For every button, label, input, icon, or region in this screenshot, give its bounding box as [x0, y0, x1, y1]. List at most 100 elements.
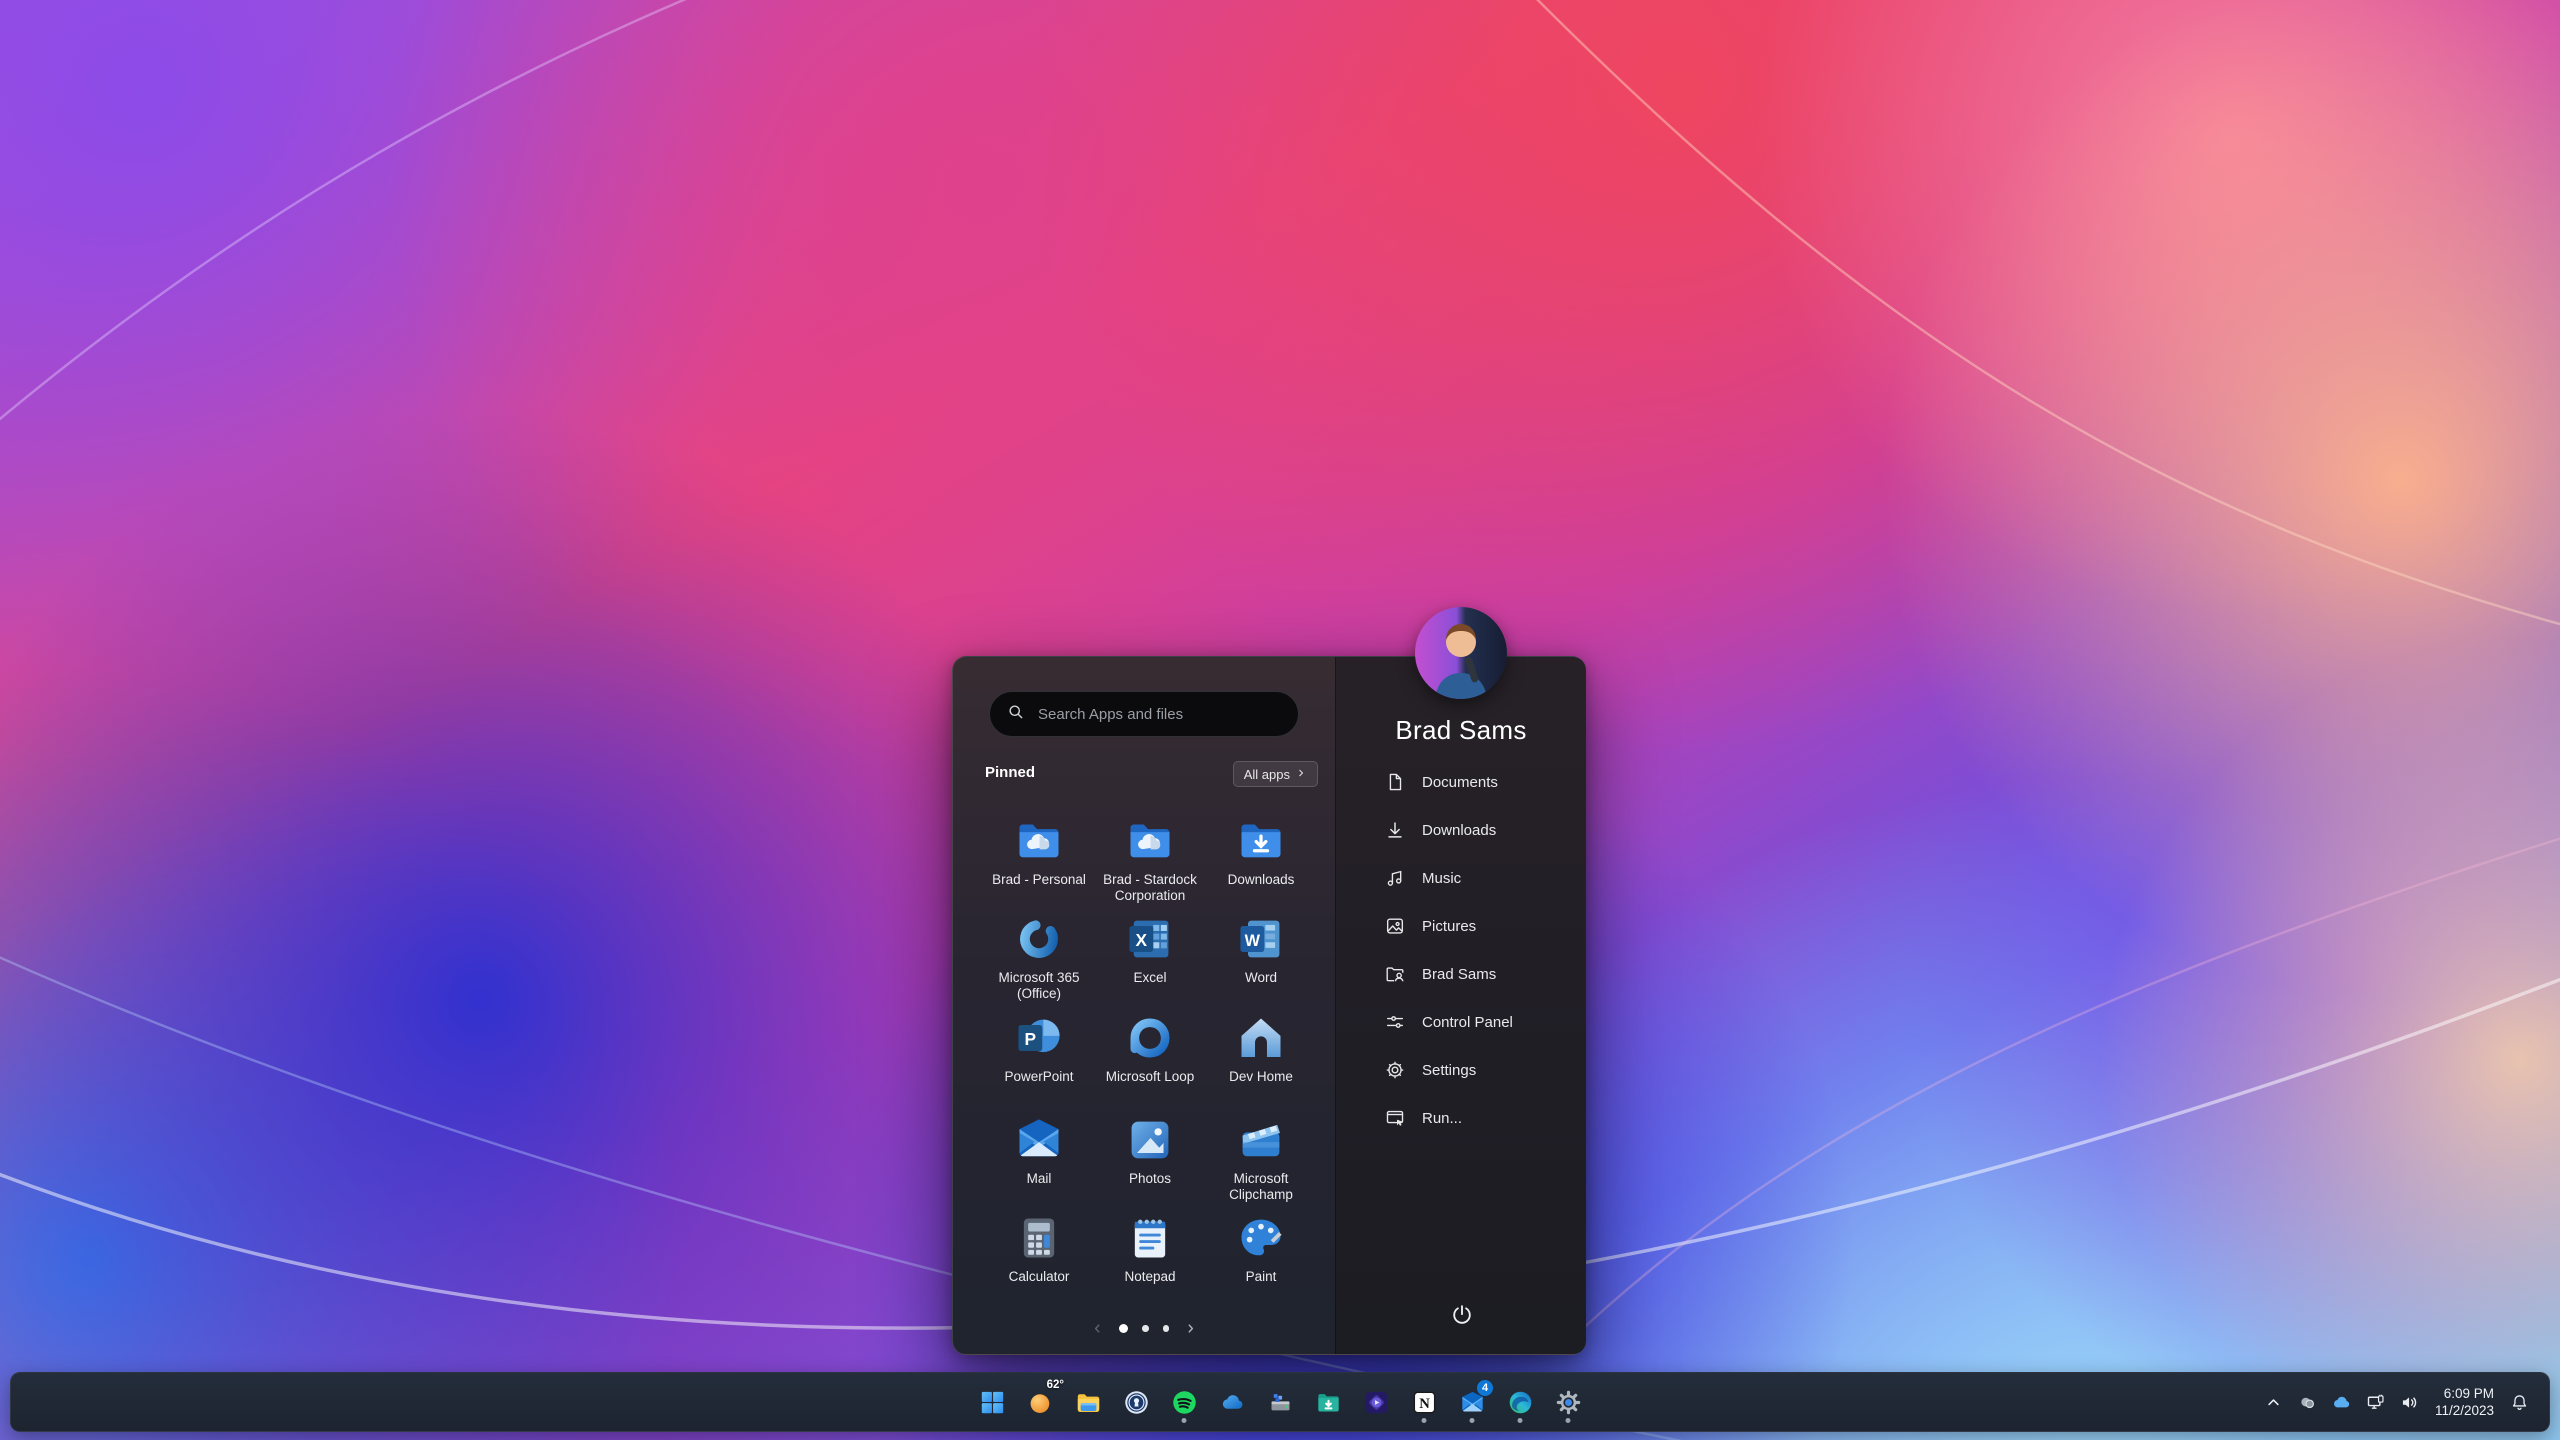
sidebar-item-control-panel[interactable]: Control Panel — [1336, 998, 1586, 1046]
sidebar-item-music[interactable]: Music — [1336, 854, 1586, 902]
storage-icon — [1267, 1389, 1294, 1416]
app-tile-label: PowerPoint — [1004, 1069, 1074, 1084]
taskbar-1password-button[interactable] — [1114, 1380, 1158, 1424]
paint-icon — [1235, 1212, 1287, 1264]
run-icon — [1384, 1107, 1406, 1129]
sidebar-item-brad-sams[interactable]: Brad Sams — [1336, 950, 1586, 998]
app-tile-calculator[interactable]: Calculator — [984, 1212, 1094, 1285]
clock[interactable]: 6:09 PM 11/2/2023 — [2435, 1385, 2494, 1419]
app-tile-excel[interactable]: X Excel — [1095, 913, 1205, 986]
all-apps-button[interactable]: All apps — [1232, 761, 1318, 787]
sidebar-item-pictures[interactable]: Pictures — [1336, 902, 1586, 950]
taskbar-movies-tv-button[interactable] — [1354, 1380, 1398, 1424]
sidebar-item-downloads[interactable]: Downloads — [1336, 806, 1586, 854]
loop-icon — [1124, 1012, 1176, 1064]
app-tile-label: Dev Home — [1229, 1069, 1293, 1084]
word-icon: W — [1235, 913, 1287, 965]
avatar[interactable] — [1415, 607, 1507, 699]
app-tile-label: Calculator — [1008, 1269, 1070, 1284]
taskbar-notion-button[interactable]: N — [1402, 1380, 1446, 1424]
sidebar-item-label: Downloads — [1422, 821, 1497, 839]
notion-icon: N — [1411, 1389, 1438, 1416]
app-tile-label: Paint — [1245, 1269, 1277, 1284]
app-tile-label: Photos — [1128, 1171, 1172, 1186]
app-tile-notepad[interactable]: Notepad — [1095, 1212, 1205, 1285]
page-dot-2[interactable] — [1142, 1325, 1149, 1332]
svg-text:X: X — [1136, 930, 1148, 950]
user-name: Brad Sams — [1395, 715, 1527, 745]
start-menu-sidebar: Brad Sams Documents Downloads Music Picture… — [1335, 607, 1586, 1354]
taskbar-downloads-folder-button[interactable] — [1306, 1380, 1350, 1424]
running-indicator — [1565, 1418, 1571, 1423]
app-tile-paint[interactable]: Paint — [1206, 1212, 1316, 1285]
unread-count-badge: 4 — [1477, 1380, 1493, 1396]
page-next-icon[interactable] — [1183, 1321, 1198, 1336]
weather-moon-icon — [1027, 1389, 1054, 1416]
tray-volume-icon[interactable] — [2394, 1383, 2425, 1421]
all-apps-label: All apps — [1243, 766, 1290, 782]
sidebar-item-label: Documents — [1422, 773, 1498, 791]
app-tile-label: Microsoft Loop — [1105, 1069, 1195, 1084]
search-input[interactable] — [989, 691, 1299, 737]
m365-icon — [1013, 913, 1065, 965]
app-tile-microsoft-loop[interactable]: Microsoft Loop — [1095, 1012, 1205, 1085]
taskbar: 62° N 4 6:09 PM 11/2/2023 — [10, 1372, 2550, 1432]
app-tile-brad-stardock-corporation[interactable]: Brad - Stardock Corporation — [1095, 815, 1205, 904]
app-tile-dev-home[interactable]: Dev Home — [1206, 1012, 1316, 1085]
pinned-section-label: Pinned — [985, 764, 1036, 781]
app-tile-microsoft-clipchamp[interactable]: Microsoft Clipchamp — [1206, 1114, 1316, 1203]
search-icon — [1006, 702, 1026, 727]
page-dots — [1118, 1323, 1170, 1334]
app-tile-photos[interactable]: Photos — [1095, 1114, 1205, 1187]
app-tile-label: Excel — [1133, 970, 1167, 985]
page-prev-icon[interactable] — [1090, 1321, 1105, 1336]
devhome-icon — [1235, 1012, 1287, 1064]
taskbar-edge-button[interactable] — [1498, 1380, 1542, 1424]
sidebar-item-documents[interactable]: Documents — [1336, 758, 1586, 806]
app-tile-microsoft-365-office[interactable]: Microsoft 365 (Office) — [984, 913, 1094, 1002]
notifications-bell-icon[interactable] — [2504, 1383, 2535, 1421]
tray-onedrive-status-icon[interactable] — [2326, 1383, 2357, 1421]
tray-hidden-icons-icon[interactable] — [2258, 1383, 2289, 1421]
app-tile-mail[interactable]: Mail — [984, 1114, 1094, 1187]
calculator-icon — [1013, 1212, 1065, 1264]
running-indicator — [1517, 1418, 1523, 1423]
movies-icon — [1363, 1389, 1390, 1416]
clock-time: 6:09 PM — [2443, 1386, 2494, 1401]
explorer-icon — [1075, 1389, 1102, 1416]
sidebar-item-run[interactable]: Run... — [1336, 1094, 1586, 1142]
sidebar-item-settings[interactable]: Settings — [1336, 1046, 1586, 1094]
onepassword-icon — [1123, 1389, 1150, 1416]
taskbar-start-button[interactable] — [970, 1380, 1014, 1424]
taskbar-weather-button[interactable]: 62° — [1018, 1379, 1064, 1424]
power-button[interactable] — [1441, 1294, 1483, 1336]
sidebar-item-label: Pictures — [1422, 917, 1477, 935]
tray-network-icon[interactable] — [2360, 1383, 2391, 1421]
search-field[interactable] — [1036, 704, 1282, 724]
app-tile-brad-personal[interactable]: Brad - Personal — [984, 815, 1094, 888]
app-tile-word[interactable]: W Word — [1206, 913, 1316, 986]
app-tile-label: Brad - Stardock Corporation — [1103, 872, 1197, 903]
taskbar-onedrive-button[interactable] — [1210, 1380, 1254, 1424]
taskbar-storage-drive-button[interactable] — [1258, 1380, 1302, 1424]
tray-background-app-icon[interactable] — [2292, 1383, 2323, 1421]
pictures-icon — [1384, 915, 1406, 937]
taskbar-spotify-button[interactable] — [1162, 1380, 1206, 1424]
svg-text:N: N — [1419, 1395, 1430, 1411]
app-tile-label: Microsoft 365 (Office) — [998, 970, 1080, 1001]
folder-cloud-icon — [1124, 815, 1176, 867]
spotify-icon — [1171, 1389, 1198, 1416]
clock-date: 11/2/2023 — [2434, 1403, 2494, 1418]
taskbar-mail-button[interactable]: 4 — [1450, 1380, 1494, 1424]
taskbar-settings-button[interactable] — [1546, 1380, 1590, 1424]
system-tray: 6:09 PM 11/2/2023 — [2258, 1373, 2535, 1431]
start-menu-main-panel: Pinned All apps Brad - Personal Brad - St… — [953, 657, 1335, 1354]
app-tile-powerpoint[interactable]: P PowerPoint — [984, 1012, 1094, 1085]
app-tile-downloads[interactable]: Downloads — [1206, 815, 1316, 888]
taskbar-file-explorer-button[interactable] — [1066, 1380, 1110, 1424]
download-icon — [1384, 819, 1406, 841]
folder-cloud-icon — [1013, 815, 1065, 867]
page-dot-3[interactable] — [1162, 1325, 1170, 1332]
weather-temperature: 62° — [1046, 1379, 1064, 1391]
page-dot-1[interactable] — [1118, 1323, 1129, 1334]
